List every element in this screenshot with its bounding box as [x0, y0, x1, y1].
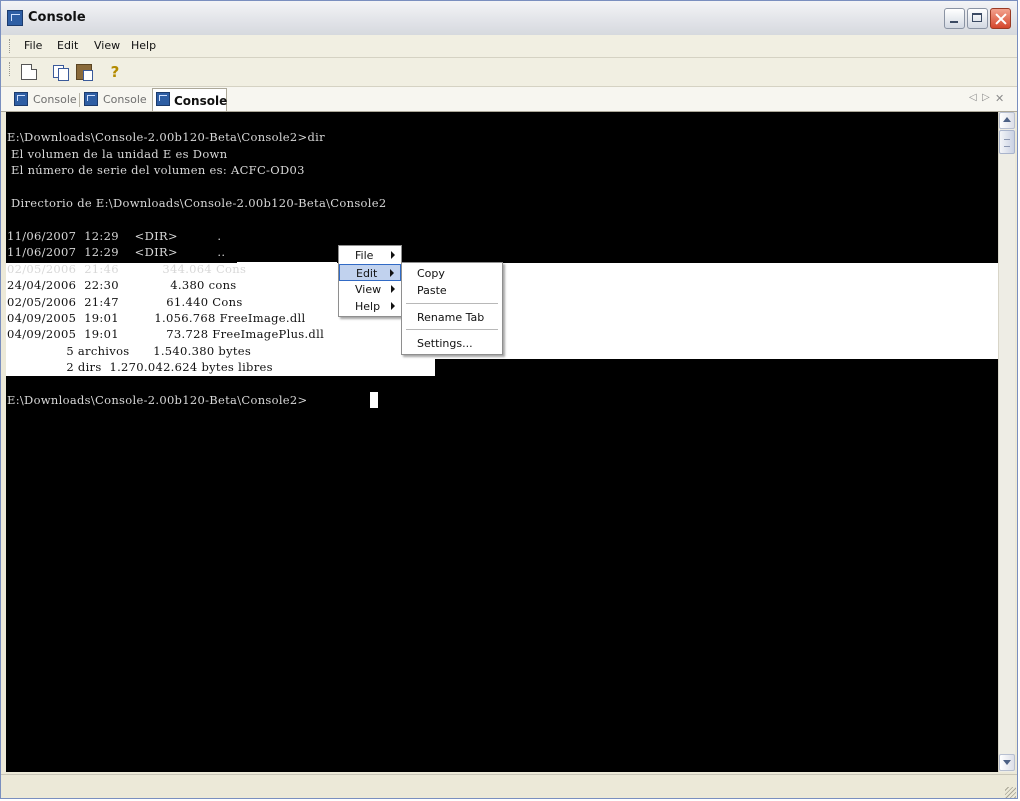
tab-label: Console [33, 93, 77, 106]
menu-edit[interactable]: Edit [57, 39, 78, 52]
toolbar: ? [1, 58, 1017, 87]
vertical-scrollbar[interactable] [998, 112, 1015, 772]
menu-view[interactable]: View [94, 39, 120, 52]
resize-grip[interactable] [1005, 787, 1016, 798]
status-bar [1, 774, 1017, 798]
scroll-thumb[interactable] [999, 130, 1015, 154]
context-menu-view[interactable]: View [339, 281, 401, 298]
scroll-down-button[interactable] [999, 754, 1015, 771]
console-line: E:\Downloads\Console-2.00b120-Beta\Conso… [7, 130, 325, 144]
submenu-arrow-icon [391, 251, 395, 259]
close-tab-icon[interactable]: ✕ [995, 92, 1004, 105]
console-line: 02/05/2006 21:46 344.064 Cons [7, 262, 247, 276]
submenu-arrow-icon [391, 302, 395, 310]
console-output[interactable]: E:\Downloads\Console-2.00b120-Beta\Conso… [6, 112, 998, 772]
tab-scroll-right-icon[interactable]: ▷ [982, 92, 990, 103]
console-tab-icon [84, 92, 98, 106]
console-tab-icon [14, 92, 28, 106]
submenu-rename-tab[interactable]: Rename Tab [402, 309, 502, 326]
menu-help[interactable]: Help [131, 39, 156, 52]
console-line: Directorio de E:\Downloads\Console-2.00b… [7, 196, 387, 210]
submenu-paste[interactable]: Paste [402, 282, 502, 299]
submenu-label: Settings... [417, 337, 473, 350]
console-line: 11/06/2007 12:29 <DIR> .. [7, 245, 226, 259]
console-line: 04/09/2005 19:01 1.056.768 FreeImage.dll [7, 311, 306, 325]
new-tab-icon[interactable] [21, 64, 37, 80]
console-line: 04/09/2005 19:01 73.728 FreeImagePlus.dl… [7, 327, 325, 341]
context-menu-label: View [355, 283, 382, 296]
title-bar[interactable]: Console [1, 1, 1017, 36]
context-menu-help[interactable]: Help [339, 298, 401, 315]
submenu-label: Rename Tab [417, 311, 485, 324]
tab-console-3-active[interactable]: Console [152, 88, 227, 111]
console-tab-icon [156, 92, 170, 106]
close-window-button[interactable] [990, 8, 1011, 29]
window-title: Console [28, 10, 86, 25]
selection-highlight [237, 262, 337, 279]
menu-separator [406, 329, 498, 330]
maximize-button[interactable] [967, 8, 988, 29]
edit-submenu: Copy Paste Rename Tab Settings... [401, 262, 503, 355]
toolbar-grip[interactable] [9, 62, 13, 76]
scroll-up-button[interactable] [999, 112, 1015, 129]
menu-bar: File Edit View Help [1, 35, 1017, 58]
tab-console-1[interactable]: Console [14, 90, 77, 109]
text-cursor [370, 392, 378, 408]
tab-bar: Console Console Console ◁ ▷ ✕ [1, 87, 1017, 112]
submenu-arrow-icon [391, 285, 395, 293]
menu-separator [406, 303, 498, 304]
console-line: 5 archivos 1.540.380 bytes [7, 344, 252, 358]
tab-separator [79, 93, 80, 107]
context-menu-label: Edit [356, 267, 378, 280]
context-menu-edit[interactable]: Edit [339, 264, 401, 281]
context-menu-label: File [355, 249, 374, 262]
submenu-copy[interactable]: Copy [402, 265, 502, 282]
tab-console-2[interactable]: Console [84, 90, 148, 109]
tab-label: Console [103, 93, 147, 106]
console-window: Console File Edit View Help ? Console Co… [0, 0, 1018, 799]
submenu-label: Copy [417, 267, 445, 280]
console-line: 24/04/2006 22:30 4.380 cons [7, 278, 237, 292]
paste-icon[interactable] [76, 64, 93, 81]
copy-icon[interactable] [52, 64, 69, 81]
tab-label: Console [174, 94, 228, 108]
submenu-label: Paste [417, 284, 447, 297]
console-app-icon [7, 10, 23, 26]
about-icon[interactable]: ? [107, 64, 123, 80]
console-line: El número de serie del volumen es: ACFC-… [7, 163, 305, 177]
context-menu-file[interactable]: File [339, 247, 401, 264]
menu-file[interactable]: File [24, 39, 42, 52]
submenu-settings[interactable]: Settings... [402, 335, 502, 352]
console-line: El volumen de la unidad E es Down [7, 147, 228, 161]
minimize-button[interactable] [944, 8, 965, 29]
menubar-grip[interactable] [9, 39, 13, 53]
console-prompt: E:\Downloads\Console-2.00b120-Beta\Conso… [7, 393, 308, 407]
console-line: 2 dirs 1.270.042.624 bytes libres [7, 360, 273, 374]
console-line: 02/05/2006 21:47 61.440 Cons [7, 295, 243, 309]
context-menu-label: Help [355, 300, 381, 313]
submenu-arrow-icon [390, 269, 394, 277]
context-menu: File Edit View Help [338, 245, 402, 317]
tab-scroll-left-icon[interactable]: ◁ [969, 92, 977, 103]
console-line: 11/06/2007 12:29 <DIR> . [7, 229, 222, 243]
